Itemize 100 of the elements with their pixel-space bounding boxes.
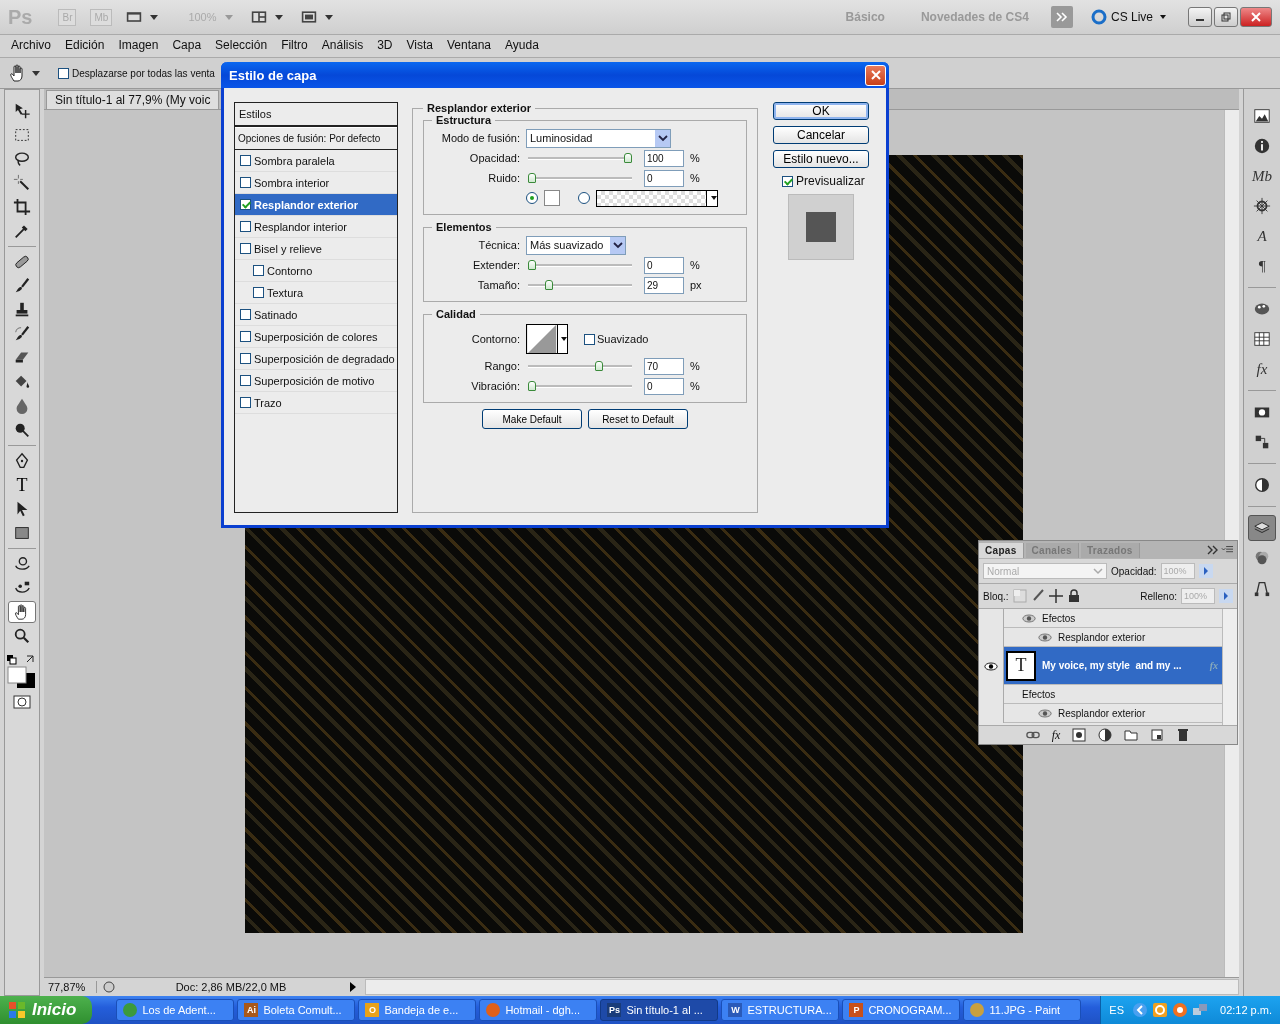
menu-item[interactable]: Capa: [165, 38, 209, 52]
dialog-button[interactable]: Reset to Default: [588, 409, 688, 429]
status-icon[interactable]: [103, 981, 115, 993]
menu-item[interactable]: 3D: [370, 38, 400, 52]
menu-item[interactable]: Ventana: [439, 38, 498, 52]
layer-row[interactable]: Efectos: [979, 609, 1222, 628]
taskbar-button[interactable]: Ai Boleta Comult...: [237, 999, 356, 1021]
eye-icon[interactable]: [984, 661, 998, 671]
style-list-item[interactable]: Resplandor interior: [235, 216, 397, 238]
checkbox[interactable]: [253, 287, 264, 298]
preview-checkbox[interactable]: Previsualizar: [782, 174, 865, 188]
mask-icon[interactable]: [1072, 728, 1087, 742]
checkbox[interactable]: [240, 331, 251, 342]
trash-icon[interactable]: [1176, 728, 1191, 742]
taskbar-button[interactable]: O Bandeja de e...: [358, 999, 477, 1021]
dialog-button[interactable]: Cancelar: [773, 126, 869, 144]
menu-item[interactable]: Edición: [58, 38, 112, 52]
style-list-item[interactable]: Superposición de motivo: [235, 370, 397, 392]
number-field[interactable]: 0: [644, 377, 684, 395]
style-list-item[interactable]: Resplandor exterior: [235, 194, 397, 216]
slider-thumb[interactable]: [528, 260, 536, 270]
restore-button[interactable]: [1214, 7, 1238, 27]
slider-thumb[interactable]: [595, 361, 604, 371]
document-tab[interactable]: Sin título-1 al 77,9% (My voic: [46, 90, 220, 109]
number-field[interactable]: 70: [644, 357, 684, 375]
color-swatch[interactable]: [544, 190, 560, 206]
number-field[interactable]: 0: [644, 169, 684, 187]
panel-tab[interactable]: Capas: [979, 542, 1024, 558]
style-list-item[interactable]: Trazo: [235, 392, 397, 414]
panel-button[interactable]: fx: [1248, 356, 1276, 382]
gradient-picker[interactable]: [596, 189, 718, 207]
tool-button[interactable]: [8, 601, 36, 623]
panel-button[interactable]: A: [1248, 223, 1276, 249]
dialog-button[interactable]: Make Default: [482, 409, 582, 429]
style-list-item[interactable]: Superposición de degradado: [235, 348, 397, 370]
menu-item[interactable]: Imagen: [111, 38, 166, 52]
menu-item[interactable]: Análisis: [314, 38, 371, 52]
tray-app-icon[interactable]: [1152, 1002, 1168, 1018]
panel-button[interactable]: Mb: [1248, 163, 1276, 189]
lock-icon[interactable]: [1066, 589, 1081, 603]
eye-icon[interactable]: [1038, 632, 1052, 642]
slider-thumb[interactable]: [528, 173, 536, 183]
add-style-button[interactable]: fx: [1051, 727, 1061, 743]
taskbar-button[interactable]: Hotmail - dgh...: [479, 999, 598, 1021]
more-workspaces-button[interactable]: [1050, 6, 1073, 28]
checkbox[interactable]: [240, 397, 251, 408]
checkbox[interactable]: [240, 309, 251, 320]
new-layer-icon[interactable]: [1150, 728, 1165, 742]
menu-item[interactable]: Archivo: [4, 38, 58, 52]
close-button[interactable]: [1240, 7, 1272, 27]
styles-header[interactable]: Estilos: [235, 103, 397, 127]
checkbox[interactable]: [240, 375, 251, 386]
menu-item[interactable]: Selección: [208, 38, 275, 52]
style-list-item[interactable]: Bisel y relieve: [235, 238, 397, 260]
layer-row[interactable]: Efectos: [979, 685, 1222, 704]
contour-picker[interactable]: [526, 324, 568, 354]
vertical-scrollbar[interactable]: [1222, 609, 1237, 725]
menu-item[interactable]: Filtro: [274, 38, 315, 52]
cs-live-button[interactable]: CS Live: [1090, 9, 1166, 25]
quick-mask-icon[interactable]: [13, 695, 31, 709]
checkbox[interactable]: [240, 353, 251, 364]
checkbox[interactable]: [240, 155, 251, 166]
menu-item[interactable]: Vista: [399, 38, 440, 52]
checkbox[interactable]: [240, 221, 251, 232]
number-field[interactable]: 100: [644, 149, 684, 167]
checkbox[interactable]: [253, 265, 264, 276]
style-list-item[interactable]: Contorno: [235, 260, 397, 282]
blending-options-item[interactable]: Opciones de fusión: Por defecto: [235, 127, 397, 150]
anti-aliased-checkbox[interactable]: Suavizado: [584, 333, 649, 345]
checkbox[interactable]: [240, 177, 251, 188]
menu-item[interactable]: Ayuda: [498, 38, 546, 52]
dropdown[interactable]: Luminosidad: [526, 128, 671, 148]
move-icon[interactable]: [1048, 589, 1063, 603]
style-list-item[interactable]: Textura: [235, 282, 397, 304]
eye-icon[interactable]: [1038, 708, 1052, 718]
slider-thumb[interactable]: [528, 381, 536, 391]
layout-icon[interactable]: [250, 9, 267, 25]
taskbar-button[interactable]: P CRONOGRAM...: [842, 999, 961, 1021]
radio-button[interactable]: [578, 192, 590, 204]
scroll-all-windows-checkbox[interactable]: Desplazarse por todas las venta: [58, 67, 215, 79]
style-list-item[interactable]: Satinado: [235, 304, 397, 326]
dropdown[interactable]: Más suavizado: [526, 235, 626, 255]
number-field[interactable]: 29: [644, 276, 684, 294]
taskbar-button[interactable]: Los de Adent...: [116, 999, 235, 1021]
brush-icon[interactable]: [1030, 589, 1045, 603]
layer-row[interactable]: Resplandor exterior: [979, 704, 1222, 723]
slider-thumb[interactable]: [624, 153, 632, 163]
tray-app-icon[interactable]: [1172, 1002, 1188, 1018]
checkbox[interactable]: [240, 243, 251, 254]
half-circle-icon[interactable]: [1098, 728, 1113, 742]
minimize-button[interactable]: [1188, 7, 1212, 27]
screen-mode-icon[interactable]: [300, 9, 317, 25]
checkbox[interactable]: [240, 199, 251, 210]
radio-button[interactable]: [526, 192, 538, 204]
folder-icon[interactable]: [1124, 728, 1139, 742]
style-list-item[interactable]: Superposición de colores: [235, 326, 397, 348]
dialog-button[interactable]: OK: [773, 102, 869, 120]
panel-button[interactable]: ¶: [1248, 253, 1276, 279]
eye-icon[interactable]: [1022, 613, 1036, 623]
film-icon[interactable]: [126, 9, 143, 25]
